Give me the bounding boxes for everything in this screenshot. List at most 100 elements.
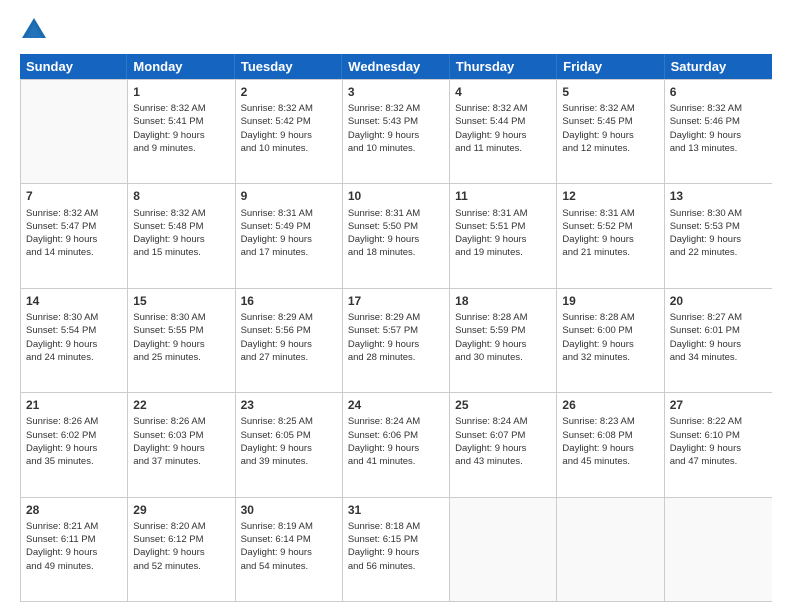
header (20, 16, 772, 44)
calendar-cell: 30Sunrise: 8:19 AMSunset: 6:14 PMDayligh… (236, 498, 343, 601)
calendar-cell: 3Sunrise: 8:32 AMSunset: 5:43 PMDaylight… (343, 80, 450, 183)
cell-details: Sunrise: 8:30 AMSunset: 5:53 PMDaylight:… (670, 207, 767, 260)
calendar-cell: 7 Sunrise: 8:32 AMSunset: 5:47 PMDaylight… (21, 184, 128, 287)
calendar-cell: 17 Sunrise: 8:29 AMSunset: 5:57 PMDayligh… (343, 289, 450, 392)
calendar-cell: 22 Sunrise: 8:26 AMSunset: 6:03 PMDayligh… (128, 393, 235, 496)
cell-details: Sunrise: 8:29 AMSunset: 5:57 PMDaylight:… (348, 311, 444, 364)
cell-details: Sunrise: 8:28 AMSunset: 6:00 PMDaylight:… (562, 311, 658, 364)
calendar-cell (21, 80, 128, 183)
day-number: 29 (133, 502, 229, 518)
cell-details: Sunrise: 8:26 AMSunset: 6:02 PMDaylight:… (26, 415, 122, 468)
calendar-cell: 6 Sunrise: 8:32 AMSunset: 5:46 PMDaylight… (665, 80, 772, 183)
calendar-cell: 31Sunrise: 8:18 AMSunset: 6:15 PMDayligh… (343, 498, 450, 601)
cell-details: Sunrise: 8:18 AMSunset: 6:15 PMDaylight:… (348, 520, 444, 573)
day-number: 15 (133, 293, 229, 309)
day-number: 20 (670, 293, 767, 309)
day-number: 9 (241, 188, 337, 204)
day-number: 4 (455, 84, 551, 100)
calendar-body: 1Sunrise: 8:32 AMSunset: 5:41 PMDaylight… (20, 79, 772, 602)
day-number: 7 (26, 188, 122, 204)
day-number: 6 (670, 84, 767, 100)
calendar-cell: 29 Sunrise: 8:20 AMSunset: 6:12 PMDayligh… (128, 498, 235, 601)
weekday-header: Sunday (20, 54, 127, 79)
day-number: 19 (562, 293, 658, 309)
weekday-header: Monday (127, 54, 234, 79)
cell-details: Sunrise: 8:31 AMSunset: 5:49 PMDaylight:… (241, 207, 337, 260)
day-number: 30 (241, 502, 337, 518)
cell-details: Sunrise: 8:26 AMSunset: 6:03 PMDaylight:… (133, 415, 229, 468)
calendar-cell: 25 Sunrise: 8:24 AMSunset: 6:07 PMDayligh… (450, 393, 557, 496)
calendar-cell: 10 Sunrise: 8:31 AMSunset: 5:50 PMDayligh… (343, 184, 450, 287)
calendar-cell: 8 Sunrise: 8:32 AMSunset: 5:48 PMDaylight… (128, 184, 235, 287)
calendar-cell: 20 Sunrise: 8:27 AMSunset: 6:01 PMDayligh… (665, 289, 772, 392)
cell-details: Sunrise: 8:32 AMSunset: 5:47 PMDaylight:… (26, 207, 122, 260)
cell-details: Sunrise: 8:31 AMSunset: 5:52 PMDaylight:… (562, 207, 658, 260)
day-number: 5 (562, 84, 658, 100)
day-number: 13 (670, 188, 767, 204)
calendar-cell: 27Sunrise: 8:22 AMSunset: 6:10 PMDayligh… (665, 393, 772, 496)
calendar-cell: 15 Sunrise: 8:30 AMSunset: 5:55 PMDayligh… (128, 289, 235, 392)
calendar-cell: 1Sunrise: 8:32 AMSunset: 5:41 PMDaylight… (128, 80, 235, 183)
weekday-header: Thursday (450, 54, 557, 79)
calendar-cell: 21 Sunrise: 8:26 AMSunset: 6:02 PMDayligh… (21, 393, 128, 496)
logo (20, 16, 52, 44)
cell-details: Sunrise: 8:31 AMSunset: 5:50 PMDaylight:… (348, 207, 444, 260)
calendar-cell: 5 Sunrise: 8:32 AMSunset: 5:45 PMDaylight… (557, 80, 664, 183)
day-number: 12 (562, 188, 658, 204)
cell-details: Sunrise: 8:32 AMSunset: 5:41 PMDaylight:… (133, 102, 229, 155)
cell-details: Sunrise: 8:24 AMSunset: 6:06 PMDaylight:… (348, 415, 444, 468)
calendar-row: 14Sunrise: 8:30 AMSunset: 5:54 PMDayligh… (21, 288, 772, 392)
cell-details: Sunrise: 8:27 AMSunset: 6:01 PMDaylight:… (670, 311, 767, 364)
calendar-cell: 4 Sunrise: 8:32 AMSunset: 5:44 PMDaylight… (450, 80, 557, 183)
day-number: 17 (348, 293, 444, 309)
calendar-cell: 14Sunrise: 8:30 AMSunset: 5:54 PMDayligh… (21, 289, 128, 392)
cell-details: Sunrise: 8:25 AMSunset: 6:05 PMDaylight:… (241, 415, 337, 468)
calendar-cell: 12 Sunrise: 8:31 AMSunset: 5:52 PMDayligh… (557, 184, 664, 287)
cell-details: Sunrise: 8:32 AMSunset: 5:48 PMDaylight:… (133, 207, 229, 260)
calendar-cell (665, 498, 772, 601)
day-number: 16 (241, 293, 337, 309)
cell-details: Sunrise: 8:32 AMSunset: 5:42 PMDaylight:… (241, 102, 337, 155)
day-number: 14 (26, 293, 122, 309)
calendar-cell (450, 498, 557, 601)
cell-details: Sunrise: 8:29 AMSunset: 5:56 PMDaylight:… (241, 311, 337, 364)
day-number: 10 (348, 188, 444, 204)
weekday-header: Tuesday (235, 54, 342, 79)
calendar-cell: 18Sunrise: 8:28 AMSunset: 5:59 PMDayligh… (450, 289, 557, 392)
cell-details: Sunrise: 8:20 AMSunset: 6:12 PMDaylight:… (133, 520, 229, 573)
cell-details: Sunrise: 8:32 AMSunset: 5:45 PMDaylight:… (562, 102, 658, 155)
calendar-cell: 19 Sunrise: 8:28 AMSunset: 6:00 PMDayligh… (557, 289, 664, 392)
calendar-row: 28Sunrise: 8:21 AMSunset: 6:11 PMDayligh… (21, 497, 772, 601)
cell-details: Sunrise: 8:31 AMSunset: 5:51 PMDaylight:… (455, 207, 551, 260)
calendar-header: SundayMondayTuesdayWednesdayThursdayFrid… (20, 54, 772, 79)
cell-details: Sunrise: 8:24 AMSunset: 6:07 PMDaylight:… (455, 415, 551, 468)
day-number: 22 (133, 397, 229, 413)
cell-details: Sunrise: 8:32 AMSunset: 5:46 PMDaylight:… (670, 102, 767, 155)
cell-details: Sunrise: 8:32 AMSunset: 5:44 PMDaylight:… (455, 102, 551, 155)
calendar-cell: 26Sunrise: 8:23 AMSunset: 6:08 PMDayligh… (557, 393, 664, 496)
weekday-header: Wednesday (342, 54, 449, 79)
calendar-cell: 9 Sunrise: 8:31 AMSunset: 5:49 PMDaylight… (236, 184, 343, 287)
calendar-cell: 11Sunrise: 8:31 AMSunset: 5:51 PMDayligh… (450, 184, 557, 287)
calendar-cell: 23 Sunrise: 8:25 AMSunset: 6:05 PMDayligh… (236, 393, 343, 496)
logo-icon (20, 16, 48, 44)
weekday-header: Saturday (665, 54, 772, 79)
calendar-cell: 2 Sunrise: 8:32 AMSunset: 5:42 PMDaylight… (236, 80, 343, 183)
day-number: 3 (348, 84, 444, 100)
cell-details: Sunrise: 8:22 AMSunset: 6:10 PMDaylight:… (670, 415, 767, 468)
calendar-row: 7 Sunrise: 8:32 AMSunset: 5:47 PMDaylight… (21, 183, 772, 287)
day-number: 8 (133, 188, 229, 204)
calendar-cell: 13 Sunrise: 8:30 AMSunset: 5:53 PMDayligh… (665, 184, 772, 287)
page: SundayMondayTuesdayWednesdayThursdayFrid… (0, 0, 792, 612)
calendar-cell: 28Sunrise: 8:21 AMSunset: 6:11 PMDayligh… (21, 498, 128, 601)
cell-details: Sunrise: 8:30 AMSunset: 5:55 PMDaylight:… (133, 311, 229, 364)
weekday-header: Friday (557, 54, 664, 79)
day-number: 23 (241, 397, 337, 413)
calendar-row: 1Sunrise: 8:32 AMSunset: 5:41 PMDaylight… (21, 79, 772, 183)
cell-details: Sunrise: 8:28 AMSunset: 5:59 PMDaylight:… (455, 311, 551, 364)
day-number: 24 (348, 397, 444, 413)
cell-details: Sunrise: 8:21 AMSunset: 6:11 PMDaylight:… (26, 520, 122, 573)
day-number: 25 (455, 397, 551, 413)
day-number: 21 (26, 397, 122, 413)
day-number: 2 (241, 84, 337, 100)
